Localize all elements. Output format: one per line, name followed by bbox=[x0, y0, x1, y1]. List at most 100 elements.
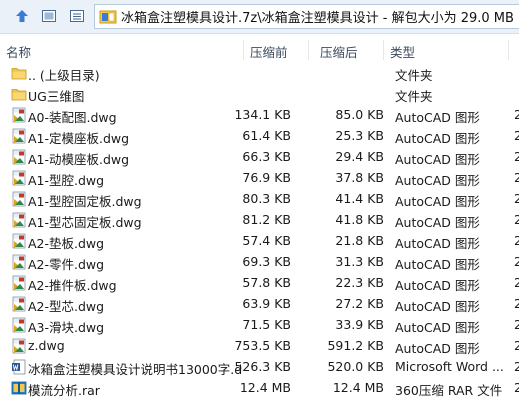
file-row[interactable]: A1-型芯固定板.dwg 81.2 KB 41.8 KB AutoCAD 图形 2 bbox=[0, 209, 519, 230]
file-row[interactable]: A3-滑块.dwg 71.5 KB 33.9 KB AutoCAD 图形 2 bbox=[0, 314, 519, 335]
dwg-file-icon bbox=[11, 212, 27, 228]
file-type: Microsoft Word ... bbox=[395, 359, 504, 374]
dwg-file-icon bbox=[11, 233, 27, 249]
file-row[interactable]: 模流分析.rar 12.4 MB 12.4 MB 360压缩 RAR 文件 2 bbox=[0, 377, 519, 398]
file-name: z.dwg bbox=[28, 338, 65, 353]
file-type: AutoCAD 图形 bbox=[395, 236, 480, 251]
file-row[interactable]: z.dwg 753.5 KB 591.2 KB AutoCAD 图形 2 bbox=[0, 335, 519, 356]
file-name: A1-型腔固定板.dwg bbox=[28, 194, 142, 209]
column-size-header[interactable]: 压缩前 bbox=[250, 42, 288, 61]
file-packed-size: 21.8 KB bbox=[335, 233, 384, 248]
dwg-file-icon bbox=[11, 338, 27, 354]
file-date: 2 bbox=[514, 275, 519, 290]
file-name: A2-推件板.dwg bbox=[28, 278, 117, 293]
file-size: 66.3 KB bbox=[242, 149, 291, 164]
column-divider[interactable] bbox=[383, 40, 384, 60]
file-type: 文件夹 bbox=[395, 68, 433, 83]
file-row[interactable]: A1-型腔固定板.dwg 80.3 KB 41.4 KB AutoCAD 图形 2 bbox=[0, 188, 519, 209]
file-name: A1-定模座板.dwg bbox=[28, 131, 130, 146]
file-size: 63.9 KB bbox=[242, 296, 291, 311]
file-row[interactable]: A1-定模座板.dwg 61.4 KB 25.3 KB AutoCAD 图形 2 bbox=[0, 125, 519, 146]
file-size: 61.4 KB bbox=[242, 128, 291, 143]
file-type: AutoCAD 图形 bbox=[395, 257, 480, 272]
file-date: 2 bbox=[514, 233, 519, 248]
file-list: .. (上级目录) 文件夹 UG三维图 文件夹 A0-装配图.dwg 134.1 KB 85… bbox=[0, 62, 519, 398]
file-row[interactable]: A2-推件板.dwg 57.8 KB 22.3 KB AutoCAD 图形 2 bbox=[0, 272, 519, 293]
column-name-header[interactable]: 名称 bbox=[6, 42, 31, 61]
view-toggle-icon[interactable] bbox=[39, 6, 59, 26]
up-arrow-icon[interactable] bbox=[12, 6, 32, 26]
dwg-file-icon bbox=[11, 149, 27, 165]
file-row[interactable]: A1-型腔.dwg 76.9 KB 37.8 KB AutoCAD 图形 2 bbox=[0, 167, 519, 188]
file-packed-size: 85.0 KB bbox=[335, 107, 384, 122]
file-date: 2 bbox=[514, 359, 519, 374]
file-name: A1-动模座板.dwg bbox=[28, 152, 130, 167]
file-name: 冰箱盒注塑模具设计说明书13000字.do... bbox=[28, 362, 243, 377]
file-row[interactable]: A2-垫板.dwg 57.4 KB 21.8 KB AutoCAD 图形 2 bbox=[0, 230, 519, 251]
file-row[interactable]: .. (上级目录) 文件夹 bbox=[0, 62, 519, 83]
file-row[interactable]: 冰箱盒注塑模具设计说明书13000字.do... 526.3 KB 520.0 KB… bbox=[0, 356, 519, 377]
word-doc-icon bbox=[11, 359, 27, 375]
file-size: 134.1 KB bbox=[234, 107, 291, 122]
file-type: AutoCAD 图形 bbox=[395, 131, 480, 146]
file-packed-size: 37.8 KB bbox=[335, 170, 384, 185]
file-type: AutoCAD 图形 bbox=[395, 341, 480, 356]
file-type: AutoCAD 图形 bbox=[395, 194, 480, 209]
file-type: AutoCAD 图形 bbox=[395, 173, 480, 188]
address-text: 冰箱盒注塑模具设计.7z\冰箱盒注塑模具设计 - 解包大小为 29.0 MB bbox=[121, 11, 514, 26]
file-packed-size: 41.4 KB bbox=[335, 191, 384, 206]
file-name: UG三维图 bbox=[28, 89, 85, 104]
archive-folder-icon bbox=[99, 9, 117, 25]
column-header: 名称 压缩前 压缩后 类型 bbox=[0, 40, 519, 60]
file-size: 71.5 KB bbox=[242, 317, 291, 332]
file-type: AutoCAD 图形 bbox=[395, 299, 480, 314]
file-size: 526.3 KB bbox=[234, 359, 291, 374]
file-name: A2-零件.dwg bbox=[28, 257, 105, 272]
dwg-file-icon bbox=[11, 191, 27, 207]
dwg-file-icon bbox=[11, 296, 27, 312]
file-date: 2 bbox=[514, 380, 519, 395]
folder-icon bbox=[11, 65, 27, 81]
dwg-file-icon bbox=[11, 128, 27, 144]
file-date: 2 bbox=[514, 107, 519, 122]
column-divider[interactable] bbox=[308, 40, 309, 60]
file-row[interactable]: A2-型芯.dwg 63.9 KB 27.2 KB AutoCAD 图形 2 bbox=[0, 293, 519, 314]
file-date: 2 bbox=[514, 191, 519, 206]
file-size: 76.9 KB bbox=[242, 170, 291, 185]
file-date: 2 bbox=[514, 128, 519, 143]
dwg-file-icon bbox=[11, 317, 27, 333]
file-packed-size: 22.3 KB bbox=[335, 275, 384, 290]
file-row[interactable]: A0-装配图.dwg 134.1 KB 85.0 KB AutoCAD 图形 2 bbox=[0, 104, 519, 125]
file-size: 81.2 KB bbox=[242, 212, 291, 227]
file-row[interactable]: A1-动模座板.dwg 66.3 KB 29.4 KB AutoCAD 图形 2 bbox=[0, 146, 519, 167]
file-date: 2 bbox=[514, 212, 519, 227]
file-date: 2 bbox=[514, 296, 519, 311]
file-type: 360压缩 RAR 文件 bbox=[395, 383, 503, 398]
file-row[interactable]: UG三维图 文件夹 bbox=[0, 83, 519, 104]
file-type: AutoCAD 图形 bbox=[395, 320, 480, 335]
file-name: A3-滑块.dwg bbox=[28, 320, 105, 335]
column-divider[interactable] bbox=[243, 40, 244, 60]
file-packed-size: 25.3 KB bbox=[335, 128, 384, 143]
column-packed-header[interactable]: 压缩后 bbox=[320, 42, 358, 61]
file-type: AutoCAD 图形 bbox=[395, 152, 480, 167]
file-type: AutoCAD 图形 bbox=[395, 215, 480, 230]
file-packed-size: 29.4 KB bbox=[335, 149, 384, 164]
file-packed-size: 520.0 KB bbox=[327, 359, 384, 374]
address-bar[interactable]: 冰箱盒注塑模具设计.7z\冰箱盒注塑模具设计 - 解包大小为 29.0 MB bbox=[94, 4, 519, 29]
file-packed-size: 591.2 KB bbox=[327, 338, 384, 353]
file-name: A0-装配图.dwg bbox=[28, 110, 117, 125]
file-packed-size: 27.2 KB bbox=[335, 296, 384, 311]
file-name: 模流分析.rar bbox=[28, 383, 100, 398]
column-divider[interactable] bbox=[508, 40, 509, 60]
column-type-header[interactable]: 类型 bbox=[390, 42, 415, 61]
file-date: 2 bbox=[514, 170, 519, 185]
file-name: A1-型腔.dwg bbox=[28, 173, 105, 188]
list-view-icon[interactable] bbox=[67, 6, 87, 26]
folder-icon bbox=[11, 86, 27, 102]
file-size: 80.3 KB bbox=[242, 191, 291, 206]
file-size: 69.3 KB bbox=[242, 254, 291, 269]
file-row[interactable]: A2-零件.dwg 69.3 KB 31.3 KB AutoCAD 图形 2 bbox=[0, 251, 519, 272]
file-size: 57.4 KB bbox=[242, 233, 291, 248]
dwg-file-icon bbox=[11, 170, 27, 186]
